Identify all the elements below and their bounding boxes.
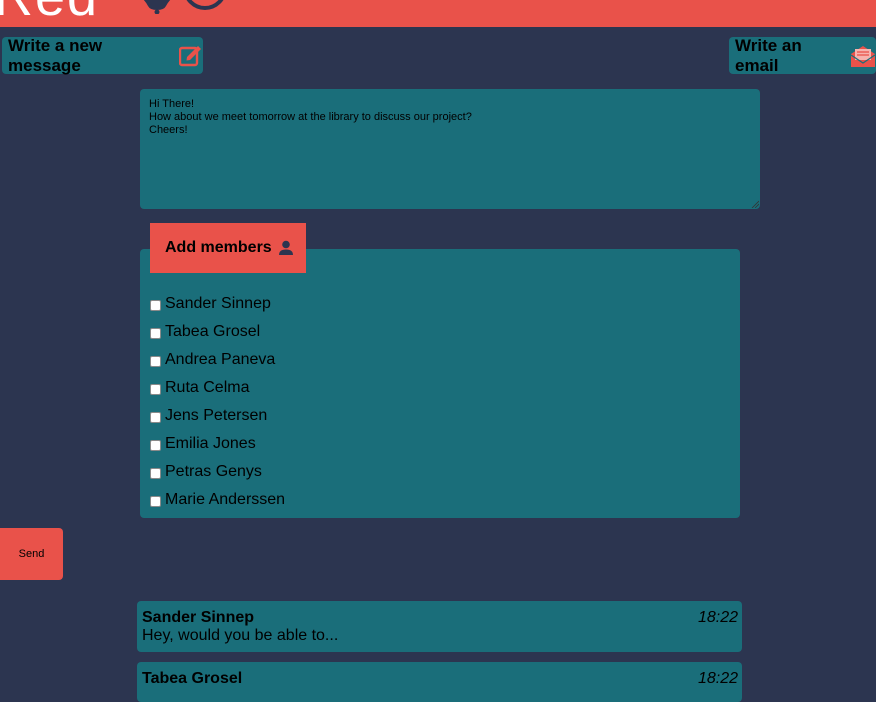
write-email-label: Write an email: [735, 35, 802, 75]
member-item[interactable]: Emilia Jones: [150, 430, 285, 458]
logo[interactable]: Red: [0, 0, 99, 24]
member-name: Marie Anderssen: [165, 491, 286, 508]
chat-sender: Tabea Grosel: [142, 670, 243, 687]
top-bar: Red: [0, 0, 876, 27]
member-name: Andrea Paneva: [165, 351, 276, 368]
message-line: Hi There!: [149, 98, 195, 110]
write-email-button[interactable]: Write an email: [729, 35, 876, 75]
member-item[interactable]: Sander Sinnep: [150, 290, 285, 318]
member-name: Jens Petersen: [165, 407, 268, 424]
message-line: How about we meet tomorrow at the librar…: [149, 111, 472, 123]
member-checkbox[interactable]: [150, 355, 161, 367]
member-checkbox[interactable]: [150, 411, 161, 423]
member-item[interactable]: Marie Anderssen: [150, 486, 285, 514]
chat-preview: Hey, would you be able to...: [142, 627, 339, 644]
member-checkbox[interactable]: [150, 383, 161, 395]
edit-icon: [179, 44, 203, 68]
member-item[interactable]: Tabea Grosel: [150, 318, 285, 346]
chat-item[interactable]: Tabea Grosel 18:22: [137, 662, 742, 702]
member-name: Ruta Celma: [165, 379, 250, 396]
envelope-icon: [850, 44, 876, 68]
write-message-button[interactable]: Write a new message: [2, 35, 203, 75]
member-name: Petras Genys: [165, 463, 262, 480]
member-checkbox[interactable]: [150, 439, 161, 451]
send-button[interactable]: Send: [0, 528, 63, 580]
message-textarea[interactable]: Hi There! How about we meet tomorrow at …: [140, 89, 760, 209]
write-message-label: Write a new message: [8, 35, 103, 75]
member-checkbox[interactable]: [150, 467, 161, 479]
chat-time: 18:22: [697, 609, 738, 626]
member-name: Sander Sinnep: [165, 295, 271, 312]
add-members-button[interactable]: Add members: [150, 223, 306, 273]
user-icon: [278, 240, 294, 256]
member-name: Tabea Grosel: [165, 323, 261, 340]
member-item[interactable]: Petras Genys: [150, 458, 285, 486]
member-checkbox[interactable]: [150, 495, 161, 507]
message-line: Cheers!: [149, 124, 188, 136]
chat-sender: Sander Sinnep: [142, 609, 255, 626]
member-checkbox[interactable]: [150, 327, 161, 339]
member-list: Sander Sinnep Tabea Grosel Andrea Paneva…: [150, 290, 285, 514]
member-name: Emilia Jones: [165, 435, 256, 452]
chat-item[interactable]: Sander Sinnep 18:22 Hey, would you be ab…: [137, 601, 742, 652]
member-item[interactable]: Andrea Paneva: [150, 346, 285, 374]
chat-time: 18:22: [697, 670, 738, 687]
send-label: Send: [18, 548, 45, 560]
resize-handle-icon[interactable]: [751, 200, 759, 208]
member-item[interactable]: Jens Petersen: [150, 402, 285, 430]
member-item[interactable]: Ruta Celma: [150, 374, 285, 402]
bell-icon[interactable]: [138, 0, 176, 14]
member-checkbox[interactable]: [150, 299, 161, 311]
add-members-label: Add members: [165, 239, 272, 256]
avatar-icon[interactable]: [183, 0, 227, 10]
